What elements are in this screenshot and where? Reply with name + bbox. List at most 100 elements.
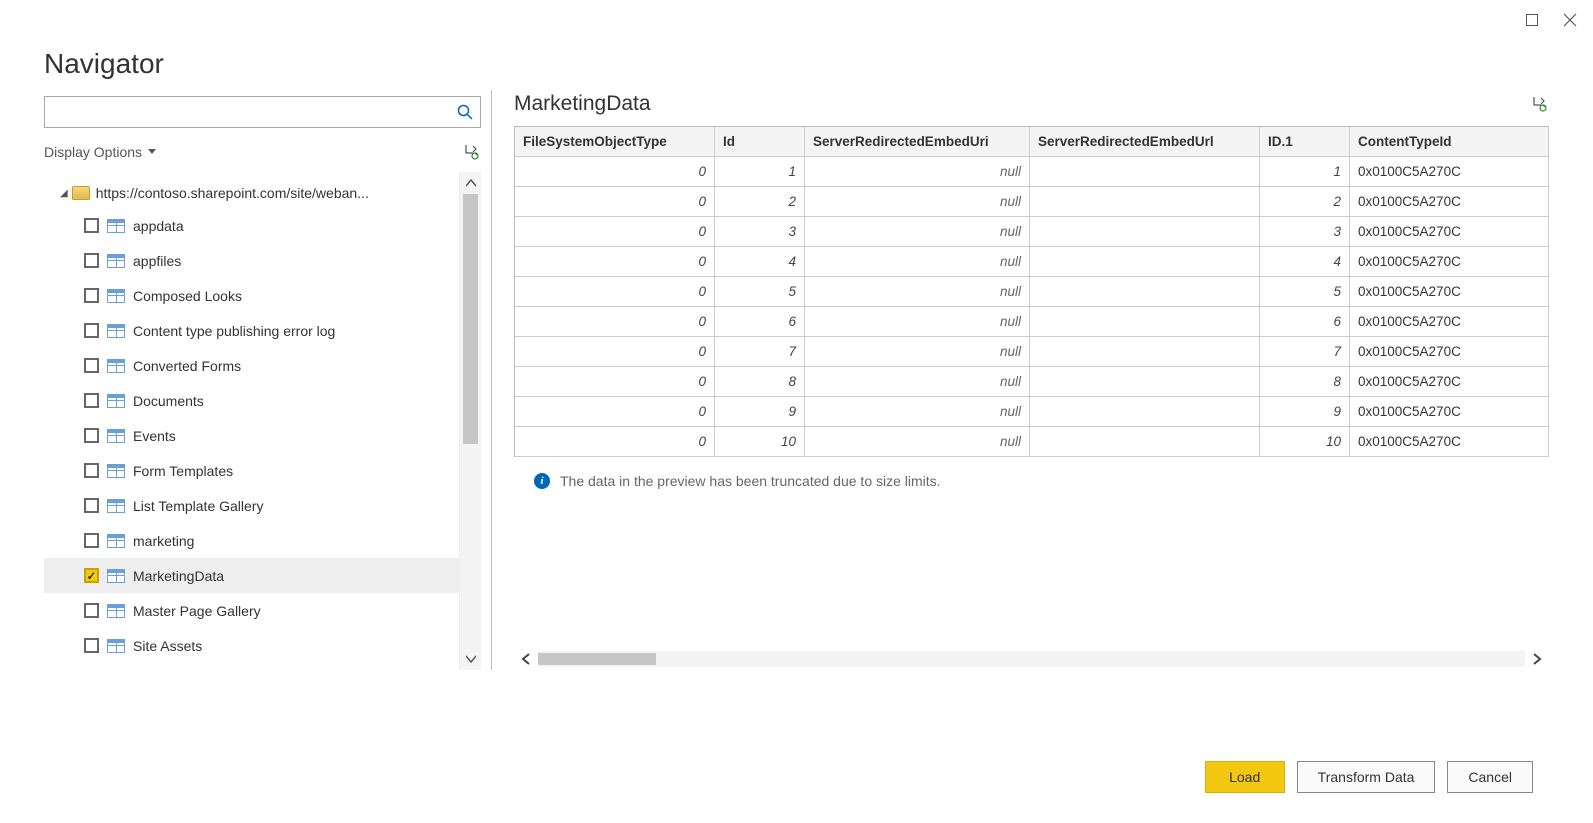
table-cell: 3 [715,217,805,247]
chevron-down-icon [148,149,156,155]
table-icon [107,219,125,233]
tree-item[interactable]: appdata [44,208,459,243]
column-header[interactable]: FileSystemObjectType [515,127,715,157]
preview-title: MarketingData [514,92,651,116]
cancel-button[interactable]: Cancel [1447,761,1533,793]
checkbox[interactable] [84,253,99,268]
tree-item-label: Documents [133,393,204,409]
checkbox[interactable] [84,463,99,478]
scroll-thumb[interactable] [463,194,478,444]
table-cell [1030,397,1260,427]
checkbox[interactable] [84,498,99,513]
table-cell [1030,277,1260,307]
tree-vertical-scrollbar[interactable] [459,172,481,670]
table-cell: 10 [1260,427,1350,457]
column-header[interactable]: ServerRedirectedEmbedUri [805,127,1030,157]
tree-item[interactable]: ✓ MarketingData [44,558,459,593]
checkbox[interactable]: ✓ [84,568,99,583]
tree-item[interactable]: appfiles [44,243,459,278]
refresh-tree-icon[interactable] [461,142,481,162]
table-cell: 0 [515,367,715,397]
tree: ◢ https://contoso.sharepoint.com/site/we… [44,172,459,670]
tree-item[interactable]: Documents [44,383,459,418]
column-header[interactable]: ID.1 [1260,127,1350,157]
scroll-right-icon[interactable] [1525,648,1549,670]
table-cell: 0 [515,277,715,307]
table-cell: 0 [515,217,715,247]
tree-item[interactable]: List Template Gallery [44,488,459,523]
table-icon [107,254,125,268]
table-row: 05null50x0100C5A270C [515,277,1549,307]
checkbox[interactable] [84,603,99,618]
search-icon[interactable] [450,104,480,120]
checkbox[interactable] [84,358,99,373]
table-cell: null [805,367,1030,397]
table-cell: 2 [715,187,805,217]
checkbox[interactable] [84,533,99,548]
table-row: 010null100x0100C5A270C [515,427,1549,457]
table-cell: 9 [1260,397,1350,427]
table-cell: 0 [515,427,715,457]
checkbox[interactable] [84,218,99,233]
table-cell: 0x0100C5A270C [1350,397,1549,427]
tree-item-label: Composed Looks [133,288,242,304]
table-icon [107,569,125,583]
table-icon [107,324,125,338]
tree-item[interactable]: Converted Forms [44,348,459,383]
table-cell: 0x0100C5A270C [1350,187,1549,217]
table-cell: 0 [515,337,715,367]
info-icon: i [534,473,550,489]
column-header[interactable]: ContentTypeId [1350,127,1549,157]
column-header[interactable]: Id [715,127,805,157]
table-cell: 6 [715,307,805,337]
table-cell: null [805,247,1030,277]
table-cell: 0x0100C5A270C [1350,247,1549,277]
table-icon [107,499,125,513]
tree-item[interactable]: Events [44,418,459,453]
tree-item[interactable]: Composed Looks [44,278,459,313]
load-button[interactable]: Load [1205,761,1285,793]
table-cell: 0x0100C5A270C [1350,307,1549,337]
checkbox[interactable] [84,288,99,303]
close-icon[interactable] [1563,13,1577,27]
checkbox[interactable] [84,393,99,408]
tree-item[interactable]: Form Templates [44,453,459,488]
tree-item-label: Converted Forms [133,358,241,374]
tree-item-label: marketing [133,533,194,549]
preview-horizontal-scrollbar[interactable] [514,648,1549,670]
table-cell [1030,337,1260,367]
tree-item[interactable]: marketing [44,523,459,558]
tree-item[interactable]: Master Page Gallery [44,593,459,628]
table-cell: 3 [1260,217,1350,247]
table-cell: 5 [715,277,805,307]
table-cell [1030,247,1260,277]
checkbox[interactable] [84,428,99,443]
scroll-down-icon[interactable] [460,648,481,670]
table-cell: null [805,337,1030,367]
checkbox[interactable] [84,323,99,338]
table-row: 09null90x0100C5A270C [515,397,1549,427]
tree-item-label: Content type publishing error log [133,323,335,339]
table-cell: null [805,307,1030,337]
transform-data-button[interactable]: Transform Data [1297,761,1436,793]
tree-item[interactable]: Content type publishing error log [44,313,459,348]
checkbox[interactable] [84,638,99,653]
scroll-thumb-horizontal[interactable] [538,653,656,665]
search-input[interactable] [45,97,450,127]
table-cell: 0 [515,157,715,187]
tree-item[interactable]: Site Assets [44,628,459,663]
table-row: 04null40x0100C5A270C [515,247,1549,277]
refresh-preview-icon[interactable] [1529,94,1549,114]
tree-item-label: MarketingData [133,568,224,584]
table-cell [1030,307,1260,337]
column-header[interactable]: ServerRedirectedEmbedUrl [1030,127,1260,157]
display-options-dropdown[interactable]: Display Options [44,144,156,160]
tree-root[interactable]: ◢ https://contoso.sharepoint.com/site/we… [44,178,459,208]
scroll-up-icon[interactable] [460,172,481,194]
table-cell: 0x0100C5A270C [1350,157,1549,187]
table-cell: 7 [715,337,805,367]
scroll-left-icon[interactable] [514,648,538,670]
table-icon [107,604,125,618]
maximize-icon[interactable] [1525,13,1539,27]
table-cell: 0 [515,307,715,337]
